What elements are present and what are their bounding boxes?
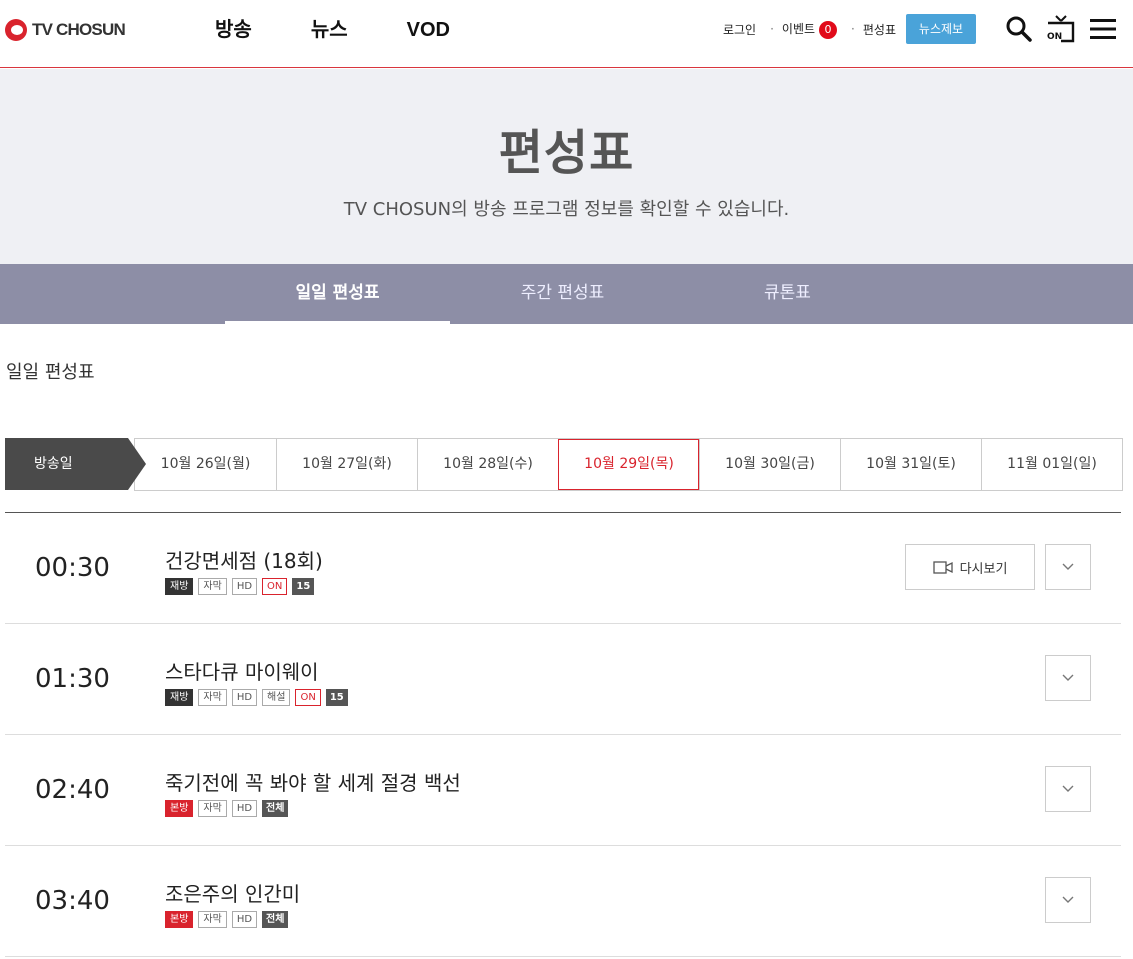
nav-item-vod[interactable]: VOD [407,16,450,44]
page-title: 편성표 [498,125,635,181]
main-nav: 방송 뉴스 VOD [215,16,509,44]
tv-chosun-logo[interactable]: TV CHOSUN [5,18,126,42]
news-tip-button[interactable]: 뉴스제보 [906,14,976,44]
program-tags: 재방 자막 HD ON 15 [165,578,319,595]
program-time: 01:30 [35,664,110,694]
search-icon[interactable] [1002,12,1036,46]
page-title-area: 편성표 TV CHOSUN의 방송 프로그램 정보를 확인할 수 있습니다. [0,69,1133,264]
program-title[interactable]: 조은주의 인간미 [165,878,300,907]
utility-menu: 로그인 · 이벤트 0 · 편성표 뉴스제보 ON [723,13,1120,45]
date-item-selected[interactable]: 10월 29일(목) [558,439,699,490]
subtitle-badge: 자막 [198,911,227,928]
audio-description-badge: 해설 [262,689,291,706]
event-link[interactable]: 이벤트 0 [781,20,838,39]
age-rating-badge: 전체 [262,911,289,928]
on-badge: ON [295,689,321,706]
expand-toggle-button[interactable] [1045,544,1091,590]
schedule-link[interactable]: 편성표 [863,21,896,38]
subtitle-badge: 자막 [198,800,227,817]
event-label: 이벤트 [781,21,816,36]
video-camera-icon [932,561,953,574]
age-rating-badge: 15 [292,578,315,595]
program-title[interactable]: 스타다큐 마이웨이 [165,656,319,685]
expand-toggle-button[interactable] [1045,877,1091,923]
replay-label: 다시보기 [959,561,1008,577]
nav-item-broadcast[interactable]: 방송 [215,16,252,44]
hd-badge: HD [231,578,258,595]
program-tags: 본방 자막 HD 전체 [165,800,293,817]
rerun-badge: 재방 [165,689,194,706]
broadcast-date-selector: 방송일 10월 26일(월) 10월 27일(화) 10월 28일(수) 10월… [5,438,1123,491]
svg-text:ON: ON [1047,32,1062,42]
tv-on-icon[interactable]: ON [1044,12,1078,46]
premiere-badge: 본방 [165,911,194,928]
age-rating-badge: 전체 [262,800,289,817]
login-link[interactable]: 로그인 [723,21,756,38]
date-item[interactable]: 11월 01일(일) [981,439,1122,490]
hd-badge: HD [231,800,258,817]
on-badge: ON [262,578,288,595]
program-title[interactable]: 죽기전에 꼭 봐야 할 세계 절경 백선 [165,767,461,796]
age-rating-badge: 15 [325,689,348,706]
logo-text: TV CHOSUN [32,20,126,39]
tab-cue-sheet[interactable]: 큐톤표 [675,264,900,324]
tab-weekly-schedule[interactable]: 주간 편성표 [450,264,675,324]
subtitle-badge: 자막 [198,689,227,706]
program-row: 03:40 조은주의 인간미 본방 자막 HD 전체 [5,846,1121,957]
expand-toggle-button[interactable] [1045,655,1091,701]
date-item[interactable]: 10월 26일(월) [135,439,276,490]
program-tags: 재방 자막 HD 해설 ON 15 [165,689,353,706]
nav-item-news[interactable]: 뉴스 [311,16,348,44]
program-row: 01:30 스타다큐 마이웨이 재방 자막 HD 해설 ON 15 [5,624,1121,735]
program-row: 02:40 죽기전에 꼭 봐야 할 세계 절경 백선 본방 자막 HD 전체 [5,735,1121,846]
page-subtitle: TV CHOSUN의 방송 프로그램 정보를 확인할 수 있습니다. [343,199,790,220]
tab-daily-schedule[interactable]: 일일 편성표 [225,264,450,324]
premiere-badge: 본방 [165,800,194,817]
chevron-down-icon [1062,563,1074,570]
program-time: 02:40 [35,775,110,805]
date-item[interactable]: 10월 31일(토) [840,439,981,490]
broadcast-date-label: 방송일 [5,438,146,490]
chevron-down-icon [1062,785,1074,792]
menu-icon[interactable] [1086,12,1120,46]
program-time: 03:40 [35,886,110,916]
chevron-down-icon [1062,896,1074,903]
date-item[interactable]: 10월 30일(금) [699,439,840,490]
separator-dot: · [770,22,774,36]
date-item[interactable]: 10월 28일(수) [417,439,558,490]
event-count-badge: 0 [819,20,838,39]
rerun-badge: 재방 [165,578,194,595]
hd-badge: HD [231,689,258,706]
site-header: TV CHOSUN 방송 뉴스 VOD 로그인 · 이벤트 0 · 편성표 뉴스제… [0,0,1133,68]
program-tags: 본방 자막 HD 전체 [165,911,293,928]
chevron-down-icon [1062,674,1074,681]
hd-badge: HD [231,911,258,928]
expand-toggle-button[interactable] [1045,766,1091,812]
program-row: 00:30 건강면세점 (18회) 재방 자막 HD ON 15 다시보기 [5,513,1121,624]
subtitle-badge: 자막 [198,578,227,595]
replay-button[interactable]: 다시보기 [905,544,1035,590]
logo-mark-icon [5,19,27,41]
schedule-tabs: 일일 편성표 주간 편성표 큐톤표 [0,264,1133,324]
program-title[interactable]: 건강면세점 (18회) [165,545,323,574]
date-item[interactable]: 10월 27일(화) [276,439,417,490]
separator-dot: · [851,22,855,36]
section-title: 일일 편성표 [6,362,95,383]
date-list: 10월 26일(월) 10월 27일(화) 10월 28일(수) 10월 29일… [134,438,1123,491]
program-time: 00:30 [35,553,110,583]
